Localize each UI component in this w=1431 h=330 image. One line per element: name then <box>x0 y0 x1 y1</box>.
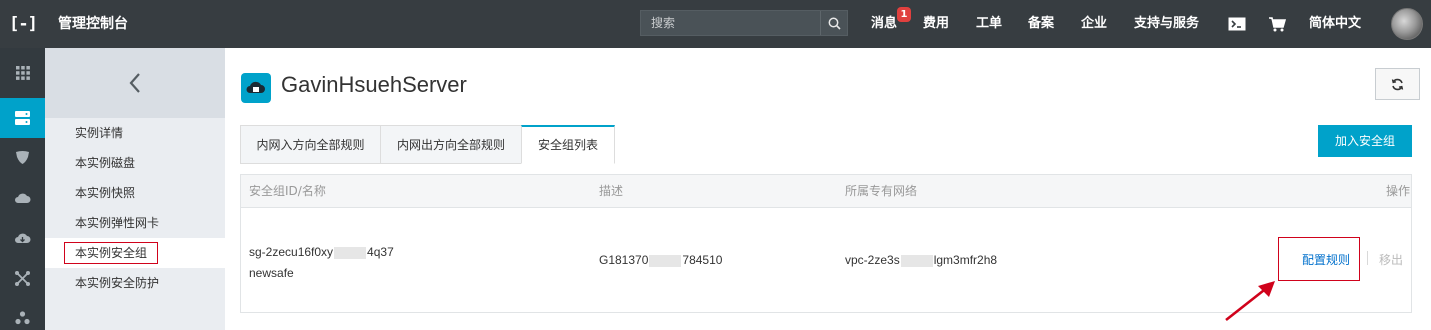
avatar[interactable] <box>1391 8 1423 40</box>
cloud-download-icon <box>15 233 31 243</box>
column-header-actions: 操作 <box>1386 184 1411 198</box>
annotation-arrow-icon <box>1225 281 1275 322</box>
rail-item-cluster[interactable] <box>0 298 45 330</box>
sidebar-item-security-protection[interactable]: 本实例安全防护 <box>45 268 225 298</box>
language-switch[interactable]: 简体中文 <box>1309 0 1361 48</box>
security-group-id-start: sg-2zecu16f0xy <box>249 245 334 259</box>
sidebar-item-eni[interactable]: 本实例弹性网卡 <box>45 208 225 238</box>
rail-item-ecs[interactable] <box>0 98 45 138</box>
app-title[interactable]: 管理控制台 <box>58 0 128 48</box>
top-bar: [-] 管理控制台 消息 1 费用 工单 备案 企业 支持与服务 简体中文 <box>0 0 1431 48</box>
sidebar-item-label: 本实例弹性网卡 <box>75 216 160 230</box>
sidebar-item-disks[interactable]: 本实例磁盘 <box>45 148 225 178</box>
instance-sidebar: 实例详情 本实例磁盘 本实例快照 本实例弹性网卡 本实例安全组 本实例安全防护 <box>45 48 225 330</box>
refresh-icon <box>1391 78 1404 90</box>
security-group-name: newsafe <box>249 266 294 280</box>
sidebar-item-label: 实例详情 <box>75 126 124 140</box>
terminal-icon <box>1228 17 1246 31</box>
terminal-button[interactable] <box>1228 0 1246 48</box>
tab-inbound-rules[interactable]: 内网入方向全部规则 <box>240 125 381 164</box>
nav-enterprise[interactable]: 企业 <box>1081 0 1107 48</box>
rail-item-products[interactable] <box>0 53 45 93</box>
description-start: G181370 <box>599 253 649 267</box>
rail-item-network[interactable] <box>0 258 45 298</box>
nav-tickets[interactable]: 工单 <box>976 0 1002 48</box>
cluster-icon <box>15 311 30 325</box>
column-header-vpc: 所属专有网络 <box>845 184 918 198</box>
security-group-id[interactable]: sg-2zecu16f0xy 4q37 <box>249 244 394 260</box>
server-icon <box>15 111 30 125</box>
configure-rules-link[interactable]: 配置规则 <box>1302 251 1350 268</box>
message-badge: 1 <box>897 7 911 22</box>
tab-security-group-list[interactable]: 安全组列表 <box>521 125 615 164</box>
rail-item-cloud[interactable] <box>0 178 45 218</box>
page-title: GavinHsuehServer <box>281 72 467 97</box>
sidebar-item-security-groups[interactable]: 本实例安全组 <box>45 238 225 268</box>
aliyun-logo-icon: [-] <box>9 14 38 34</box>
shield-icon <box>16 151 29 164</box>
remove-link[interactable]: 移出 <box>1379 251 1403 268</box>
sidebar-item-label: 本实例磁盘 <box>75 156 136 170</box>
sidebar-item-instance-details[interactable]: 实例详情 <box>45 118 225 148</box>
nav-support[interactable]: 支持与服务 <box>1134 0 1199 48</box>
cart-button[interactable] <box>1269 0 1286 48</box>
cloud-server-icon <box>246 81 265 93</box>
back-button[interactable] <box>45 48 225 118</box>
column-header-description: 描述 <box>599 184 624 198</box>
tab-outbound-rules[interactable]: 内网出方向全部规则 <box>380 125 522 164</box>
cart-icon <box>1269 16 1286 31</box>
action-divider <box>1367 251 1368 265</box>
refresh-button[interactable] <box>1375 68 1420 100</box>
column-header-id-name: 安全组ID/名称 <box>249 184 326 198</box>
instance-icon <box>241 73 271 103</box>
table-row-id-name: sg-2zecu16f0xy 4q37 newsafe <box>249 244 394 281</box>
sidebar-item-snapshots[interactable]: 本实例快照 <box>45 178 225 208</box>
cloud-icon <box>15 193 31 203</box>
description-end: 784510 <box>682 253 723 267</box>
search-input[interactable] <box>641 11 821 35</box>
table-row-vpc[interactable]: vpc-2ze3s lgm3mfr2h8 <box>845 253 997 267</box>
grid-icon <box>15 66 30 80</box>
rail-item-storage[interactable] <box>0 218 45 258</box>
vpc-id-end: lgm3mfr2h8 <box>933 253 998 267</box>
search-box <box>640 10 848 36</box>
redacted-block <box>649 254 682 267</box>
nav-billing[interactable]: 费用 <box>923 0 949 48</box>
redacted-block <box>334 246 367 259</box>
sidebar-item-label: 本实例安全组 <box>64 242 159 264</box>
network-icon <box>15 270 30 286</box>
chevron-left-icon <box>129 73 140 93</box>
sidebar-item-label: 本实例快照 <box>75 186 136 200</box>
table-row-description: G181370 784510 <box>599 253 722 267</box>
search-icon <box>828 17 841 30</box>
logo[interactable]: [-] <box>0 0 46 48</box>
nav-icp[interactable]: 备案 <box>1028 0 1054 48</box>
product-rail <box>0 48 45 330</box>
add-security-group-button[interactable]: 加入安全组 <box>1318 125 1412 157</box>
sidebar-item-label: 本实例安全防护 <box>75 276 160 290</box>
vpc-id-start: vpc-2ze3s <box>845 253 900 267</box>
security-group-id-end: 4q37 <box>367 245 394 259</box>
rail-item-security[interactable] <box>0 138 45 178</box>
nav-messages[interactable]: 消息 <box>871 0 897 48</box>
search-button[interactable] <box>820 11 847 35</box>
redacted-block <box>900 254 933 267</box>
table-header: 安全组ID/名称 描述 所属专有网络 操作 <box>241 175 1411 208</box>
